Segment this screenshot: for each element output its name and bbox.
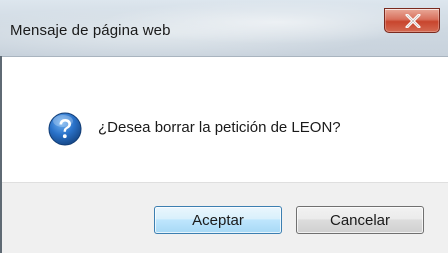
cancel-button[interactable]: Cancelar <box>296 206 424 234</box>
dialog-window: Mensaje de página web ¿Desea borrar la p <box>0 0 448 253</box>
button-bar: Aceptar Cancelar <box>2 182 448 253</box>
close-button[interactable] <box>384 8 440 33</box>
message-text: ¿Desea borrar la petición de LEON? <box>98 119 341 136</box>
window-title: Mensaje de página web <box>10 22 171 39</box>
accept-button[interactable]: Aceptar <box>154 206 282 234</box>
question-icon <box>48 112 82 146</box>
title-bar[interactable]: Mensaje de página web <box>0 0 448 56</box>
message-area: ¿Desea borrar la petición de LEON? <box>2 56 448 182</box>
close-icon <box>405 14 421 28</box>
